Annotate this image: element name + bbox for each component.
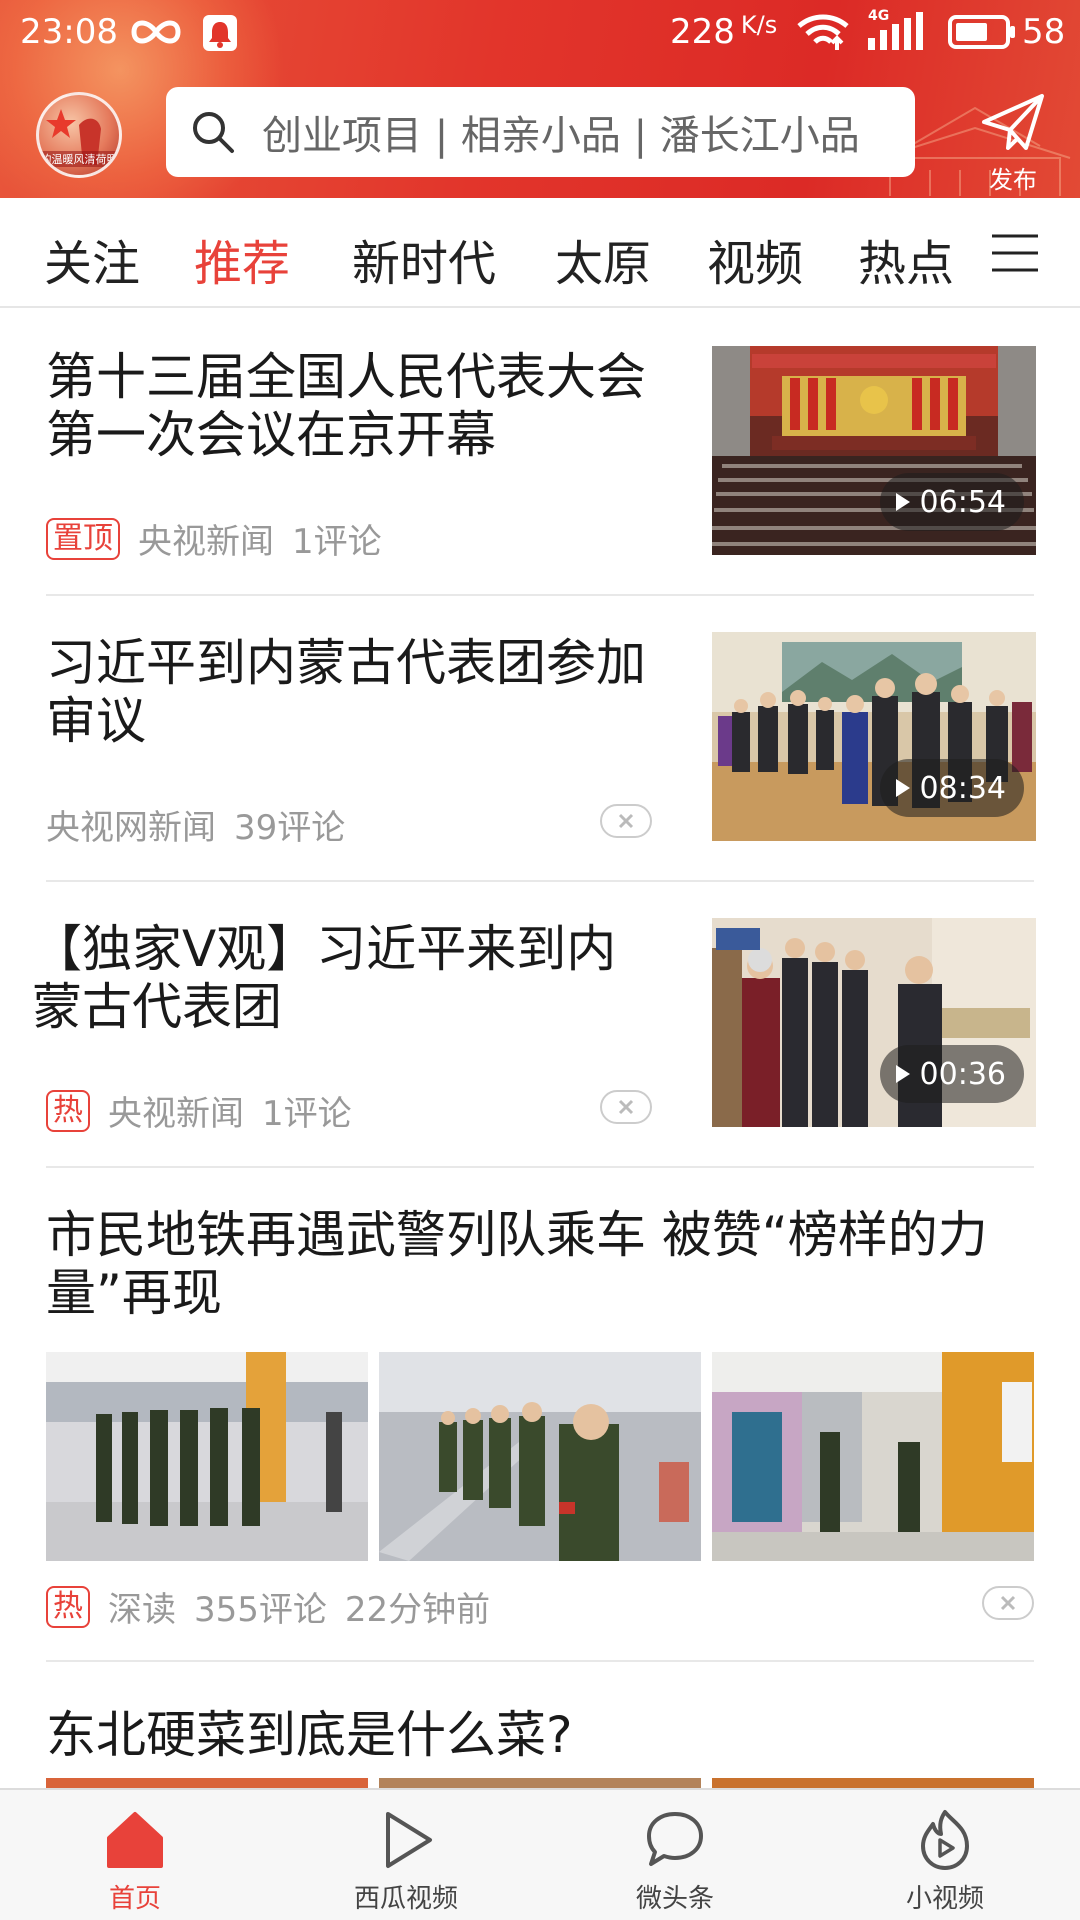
- close-icon: [618, 1099, 634, 1115]
- video-duration: 08:34: [879, 759, 1024, 817]
- close-icon: [1000, 1595, 1016, 1611]
- network-speed: 228 K/s: [670, 11, 778, 52]
- pinned-tag: 置顶: [46, 517, 120, 560]
- video-duration: 06:54: [879, 473, 1024, 531]
- hot-tag: 热: [46, 1585, 90, 1628]
- status-time: 23:08: [20, 12, 118, 52]
- dismiss-button[interactable]: [982, 1586, 1034, 1620]
- tab-follow[interactable]: 关注: [44, 224, 140, 294]
- news-image[interactable]: [379, 1778, 701, 1788]
- search-placeholder: 创业项目 | 相亲小品 | 潘长江小品: [262, 113, 860, 159]
- nav-short-video[interactable]: 小视频: [865, 1808, 1025, 1915]
- search-icon: [193, 112, 234, 153]
- news-meta: 热 深读 355评论 22分钟前: [46, 1582, 508, 1631]
- tab-hot[interactable]: 热点: [858, 224, 954, 294]
- news-source: 深读: [108, 1590, 176, 1630]
- news-source: 央视网新闻: [46, 808, 216, 848]
- hot-tag: 热: [46, 1089, 90, 1132]
- subway-doors-image: [712, 1352, 1034, 1561]
- news-item[interactable]: 习近平到内蒙古代表团参加审议 央视网新闻 39评论 08:34: [46, 596, 1036, 882]
- play-icon: [895, 493, 910, 511]
- notification-bell-icon: [203, 15, 237, 51]
- paper-plane-icon: [982, 94, 1044, 150]
- news-title[interactable]: 【独家V观】习近平来到内蒙古代表团: [32, 920, 656, 1036]
- news-title[interactable]: 第十三届全国人民代表大会第一次会议在京开幕: [46, 348, 656, 464]
- play-icon: [386, 1812, 432, 1868]
- news-meta: 央视网新闻 39评论: [46, 800, 363, 849]
- bottom-navigation: 首页 西瓜视频 微头条 小视频: [0, 1788, 1080, 1920]
- news-comments: 39评论: [234, 808, 346, 848]
- dismiss-button[interactable]: [600, 1090, 652, 1124]
- news-title[interactable]: 东北硬菜到底是什么菜?: [46, 1706, 1034, 1764]
- news-source: 央视新闻: [108, 1094, 244, 1134]
- news-comments: 1评论: [262, 1094, 352, 1134]
- news-title[interactable]: 市民地铁再遇武警列队乘车 被赞“榜样的力量”再现: [46, 1206, 1034, 1322]
- play-icon: [895, 779, 910, 797]
- news-image[interactable]: [379, 1352, 701, 1561]
- status-bar: 23:08 228 K/s 4G 58: [0, 0, 1080, 64]
- news-time: 22分钟前: [344, 1590, 491, 1630]
- infinity-icon: [131, 20, 181, 44]
- wifi-icon: [797, 14, 849, 50]
- tab-video[interactable]: 视频: [707, 224, 803, 294]
- news-comments: 355评论: [194, 1590, 327, 1630]
- news-item[interactable]: 第十三届全国人民代表大会第一次会议在京开幕 置顶 央视新闻 1评论 06:54: [46, 310, 1036, 590]
- subway-platform-image: [46, 1352, 368, 1561]
- publish-button[interactable]: 发布: [968, 92, 1058, 194]
- flame-play-icon: [921, 1810, 969, 1870]
- nav-xigua-video[interactable]: 西瓜视频: [326, 1808, 486, 1915]
- search-bar[interactable]: 创业项目 | 相亲小品 | 潘长江小品: [166, 87, 915, 177]
- home-icon: [107, 1812, 163, 1868]
- news-feed: 第十三届全国人民代表大会第一次会议在京开幕 置顶 央视新闻 1评论 06:54 …: [0, 310, 1080, 1788]
- battery-percentage: 58: [1022, 12, 1066, 52]
- channel-menu-icon[interactable]: [990, 228, 1040, 278]
- chat-bubble-icon: [647, 1812, 703, 1866]
- news-item[interactable]: 市民地铁再遇武警列队乘车 被赞“榜样的力量”再现 热 深读 355评论 22分钟…: [46, 1168, 1034, 1668]
- news-image[interactable]: [712, 1352, 1034, 1561]
- tab-taiyuan[interactable]: 太原: [555, 224, 651, 294]
- news-image[interactable]: [712, 1778, 1034, 1788]
- dismiss-button[interactable]: [600, 804, 652, 838]
- news-meta: 热 央视新闻 1评论: [46, 1086, 370, 1135]
- news-image[interactable]: [46, 1352, 368, 1561]
- video-duration: 00:36: [879, 1045, 1024, 1103]
- close-icon: [618, 813, 634, 829]
- app-header: 23:08 228 K/s 4G 58 的温暖风清荷照 创业项目 | 相亲小品 …: [0, 0, 1080, 198]
- news-source: 央视新闻: [138, 522, 274, 562]
- news-meta: 置顶 央视新闻 1评论: [46, 514, 400, 563]
- news-item[interactable]: 【独家V观】习近平来到内蒙古代表团 热 央视新闻 1评论 00:36: [32, 882, 1036, 1168]
- tab-new-era[interactable]: 新时代: [352, 224, 496, 294]
- battery-icon: [948, 15, 1015, 49]
- video-thumbnail[interactable]: 00:36: [712, 918, 1036, 1127]
- signal-icon: [868, 12, 923, 50]
- avatar-caption: 的温暖风清荷照: [39, 151, 119, 167]
- nav-home[interactable]: 首页: [55, 1808, 215, 1915]
- news-comments: 1评论: [292, 522, 382, 562]
- video-thumbnail[interactable]: 08:34: [712, 632, 1036, 841]
- news-item[interactable]: 东北硬菜到底是什么菜?: [46, 1662, 1034, 1788]
- news-title[interactable]: 习近平到内蒙古代表团参加审议: [46, 634, 656, 750]
- nav-micro-headlines[interactable]: 微头条: [595, 1808, 755, 1915]
- channel-tabs: 关注 推荐 新时代 太原 视频 热点: [0, 198, 1080, 308]
- tab-recommend[interactable]: 推荐: [194, 224, 290, 294]
- subway-carriage-image: [379, 1352, 701, 1561]
- video-thumbnail[interactable]: 06:54: [712, 346, 1036, 555]
- user-avatar[interactable]: 的温暖风清荷照: [36, 92, 122, 178]
- play-icon: [895, 1065, 910, 1083]
- publish-label: 发布: [989, 166, 1037, 194]
- news-image[interactable]: [46, 1778, 368, 1788]
